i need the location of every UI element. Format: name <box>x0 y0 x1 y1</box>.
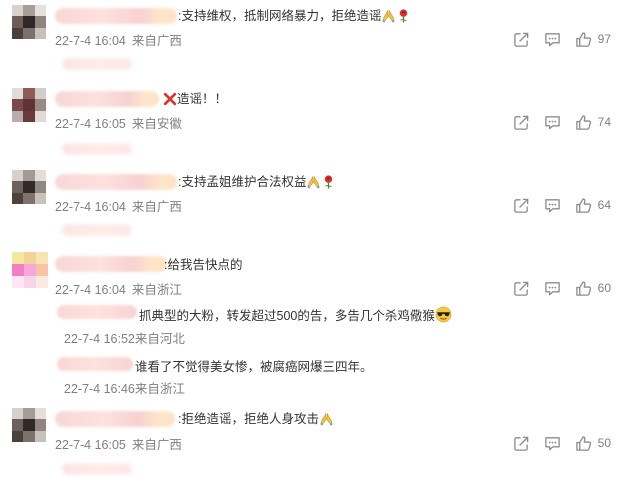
comment-text: :支持维权，抵制网络暴力，拒绝造谣 <box>178 8 411 24</box>
like-icon <box>575 31 592 48</box>
username-blurred[interactable] <box>55 8 177 24</box>
comment-time: 22-7-4 16:04 <box>55 200 126 214</box>
comment-location: 来自广西 <box>131 34 182 48</box>
username-blurred[interactable] <box>55 91 159 107</box>
comment-icon <box>544 197 561 214</box>
reply-text: 抓典型的大粉，转发超过500的告，多告几个杀鸡儆猴 <box>139 305 452 324</box>
comment-icon <box>544 31 561 48</box>
like-count: 97 <box>597 32 611 46</box>
comment-meta: 22-7-4 16:04 来自广西 <box>55 196 182 215</box>
comment-actions: 74 <box>499 113 611 131</box>
share-icon <box>513 435 530 452</box>
reply-time: 22-7-4 16:52 <box>64 332 135 346</box>
like-icon <box>575 280 592 297</box>
sub-blur <box>62 463 132 475</box>
avatar[interactable] <box>12 252 48 288</box>
sub-blur <box>62 58 132 70</box>
comment-location: 来自浙江 <box>131 283 182 297</box>
reply-username-blurred[interactable] <box>57 357 133 371</box>
like-count: 60 <box>597 281 611 295</box>
sunglasses-icon <box>435 306 452 323</box>
comment-icon <box>544 435 561 452</box>
comment-text: :给我告快点的 <box>164 258 243 272</box>
pray-icon <box>306 174 321 189</box>
username-blurred[interactable] <box>55 411 175 427</box>
reply-meta: 22-7-4 16:52来自河北 <box>64 328 185 347</box>
pray-icon <box>319 411 334 426</box>
comment-meta: 22-7-4 16:05 来自广西 <box>55 434 182 453</box>
rose-icon <box>321 174 336 189</box>
like-count: 74 <box>597 115 611 129</box>
comment-icon <box>544 280 561 297</box>
comment-meta: 22-7-4 16:04 来自浙江 <box>55 279 182 298</box>
reply-button[interactable] <box>544 435 561 452</box>
share-button[interactable] <box>513 280 530 297</box>
reply-time: 22-7-4 16:46 <box>64 382 135 396</box>
rose-icon <box>396 8 411 23</box>
reply-button[interactable] <box>544 280 561 297</box>
avatar[interactable] <box>12 5 46 39</box>
share-button[interactable] <box>513 114 530 131</box>
comment-text: :支持孟姐维护合法权益 <box>178 174 336 190</box>
like-button[interactable]: 50 <box>575 435 611 452</box>
like-button[interactable]: 60 <box>575 280 611 297</box>
comment-time: 22-7-4 16:05 <box>55 438 126 452</box>
like-button[interactable]: 64 <box>575 197 611 214</box>
pray-icon <box>381 8 396 23</box>
sub-blur <box>62 224 132 236</box>
comment-actions: 97 <box>499 30 611 48</box>
reply-button[interactable] <box>544 197 561 214</box>
comment-time: 22-7-4 16:05 <box>55 117 126 131</box>
comment-actions: 64 <box>499 196 611 214</box>
comment-meta: 22-7-4 16:05 来自安徽 <box>55 113 182 132</box>
reply-text: 谁看了不觉得美女惨，被腐癌网爆三四年。 <box>135 360 373 374</box>
share-button[interactable] <box>513 197 530 214</box>
avatar[interactable] <box>12 170 46 204</box>
comment-time: 22-7-4 16:04 <box>55 283 126 297</box>
reply-button[interactable] <box>544 31 561 48</box>
comment-actions: 60 <box>499 279 611 297</box>
like-button[interactable]: 74 <box>575 114 611 131</box>
username-blurred[interactable] <box>55 174 177 190</box>
share-button[interactable] <box>513 435 530 452</box>
like-icon <box>575 114 592 131</box>
reply-location: 来自浙江 <box>134 382 185 396</box>
comment-time: 22-7-4 16:04 <box>55 34 126 48</box>
comment-text: 造谣！！ <box>163 91 227 107</box>
comment-actions: 50 <box>499 434 611 452</box>
reply-username-blurred[interactable] <box>57 305 137 319</box>
avatar[interactable] <box>12 408 46 442</box>
like-icon <box>575 197 592 214</box>
username-blurred[interactable] <box>55 256 167 272</box>
comment-meta: 22-7-4 16:04 来自广西 <box>55 30 182 49</box>
cross-mark-icon <box>163 92 177 106</box>
like-button[interactable]: 97 <box>575 31 611 48</box>
comment-icon <box>544 114 561 131</box>
reply-location: 来自河北 <box>134 332 185 346</box>
reply-meta: 22-7-4 16:46来自浙江 <box>64 378 185 397</box>
like-count: 64 <box>597 198 611 212</box>
share-icon <box>513 197 530 214</box>
share-icon <box>513 31 530 48</box>
avatar[interactable] <box>12 88 46 122</box>
share-button[interactable] <box>513 31 530 48</box>
comment-text: :拒绝造谣，拒绝人身攻击 <box>178 411 334 427</box>
share-icon <box>513 280 530 297</box>
comment-location: 来自广西 <box>131 200 182 214</box>
like-count: 50 <box>597 436 611 450</box>
share-icon <box>513 114 530 131</box>
like-icon <box>575 435 592 452</box>
comment-location: 来自安徽 <box>131 117 182 131</box>
reply-button[interactable] <box>544 114 561 131</box>
sub-blur <box>62 143 132 155</box>
comment-location: 来自广西 <box>131 438 182 452</box>
